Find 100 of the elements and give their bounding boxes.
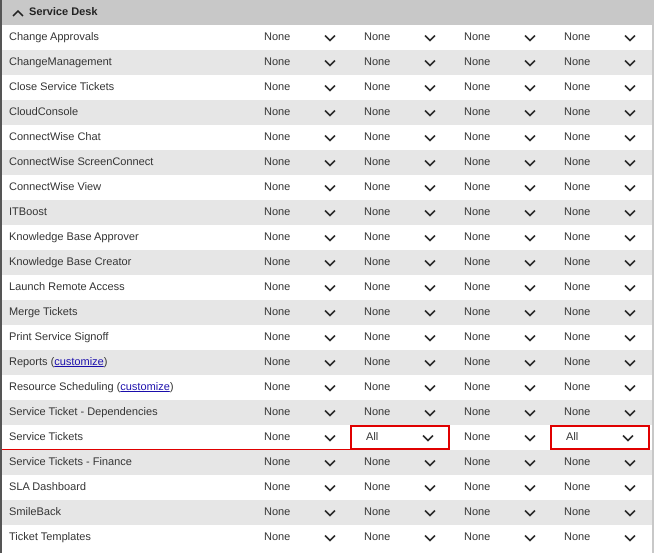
access-dropdown[interactable]: None: [250, 375, 350, 400]
access-dropdown[interactable]: None: [450, 75, 550, 100]
access-dropdown[interactable]: None: [250, 450, 350, 475]
access-dropdown[interactable]: None: [350, 25, 450, 50]
access-dropdown[interactable]: None: [350, 300, 450, 325]
access-dropdown[interactable]: None: [550, 300, 650, 325]
access-dropdown[interactable]: None: [350, 450, 450, 475]
access-dropdown[interactable]: None: [550, 200, 650, 225]
access-dropdown[interactable]: None: [550, 75, 650, 100]
access-dropdown[interactable]: None: [350, 375, 450, 400]
access-dropdown[interactable]: None: [250, 175, 350, 200]
access-dropdown[interactable]: None: [250, 200, 350, 225]
access-dropdown[interactable]: None: [250, 400, 350, 425]
chevron-down-icon: [524, 184, 536, 192]
access-dropdown[interactable]: None: [550, 25, 650, 50]
access-dropdown[interactable]: None: [550, 475, 650, 500]
access-dropdown[interactable]: None: [250, 300, 350, 325]
access-dropdown[interactable]: None: [450, 375, 550, 400]
access-dropdown[interactable]: None: [250, 75, 350, 100]
access-dropdown[interactable]: None: [250, 525, 350, 550]
access-dropdown[interactable]: None: [350, 50, 450, 75]
chevron-down-icon: [324, 34, 336, 42]
access-dropdown[interactable]: None: [350, 500, 450, 525]
access-dropdown[interactable]: None: [450, 25, 550, 50]
access-dropdown[interactable]: None: [550, 350, 650, 375]
access-dropdown[interactable]: None: [250, 150, 350, 175]
access-dropdown[interactable]: None: [550, 250, 650, 275]
customize-link[interactable]: customize: [54, 356, 104, 368]
access-dropdown[interactable]: None: [350, 325, 450, 350]
chevron-down-icon: [324, 134, 336, 142]
access-dropdown[interactable]: None: [450, 200, 550, 225]
access-dropdown[interactable]: None: [450, 500, 550, 525]
access-dropdown[interactable]: All: [350, 425, 450, 450]
chevron-down-icon: [524, 158, 536, 166]
access-dropdown[interactable]: None: [550, 225, 650, 250]
permission-label: SmileBack: [8, 505, 62, 520]
access-dropdown[interactable]: None: [550, 375, 650, 400]
access-dropdown[interactable]: None: [450, 400, 550, 425]
access-dropdown[interactable]: None: [550, 50, 650, 75]
access-dropdown[interactable]: None: [450, 425, 550, 450]
access-dropdown[interactable]: All: [550, 425, 650, 450]
access-dropdown[interactable]: None: [450, 175, 550, 200]
access-dropdown[interactable]: None: [350, 400, 450, 425]
access-dropdown[interactable]: None: [550, 100, 650, 125]
access-dropdown[interactable]: None: [550, 325, 650, 350]
access-dropdown[interactable]: None: [350, 525, 450, 550]
access-dropdown[interactable]: None: [250, 225, 350, 250]
access-dropdown[interactable]: None: [350, 250, 450, 275]
access-dropdown[interactable]: None: [450, 350, 550, 375]
access-dropdown[interactable]: None: [350, 150, 450, 175]
access-dropdown[interactable]: None: [350, 75, 450, 100]
chevron-down-icon: [622, 434, 634, 442]
section-header[interactable]: Service Desk: [2, 0, 652, 25]
access-dropdown[interactable]: None: [450, 100, 550, 125]
access-dropdown[interactable]: None: [550, 400, 650, 425]
access-dropdown[interactable]: None: [450, 475, 550, 500]
access-dropdown[interactable]: None: [350, 225, 450, 250]
access-dropdown[interactable]: None: [250, 425, 350, 450]
access-dropdown[interactable]: None: [450, 275, 550, 300]
chevron-down-icon: [324, 158, 336, 166]
access-dropdown[interactable]: None: [250, 275, 350, 300]
access-dropdown[interactable]: None: [450, 300, 550, 325]
access-dropdown[interactable]: None: [550, 150, 650, 175]
access-dropdown[interactable]: None: [450, 150, 550, 175]
permission-label: Reports (customize): [8, 355, 108, 370]
chevron-down-icon: [624, 358, 636, 366]
access-dropdown[interactable]: None: [250, 25, 350, 50]
access-dropdown[interactable]: None: [250, 125, 350, 150]
access-dropdown[interactable]: None: [350, 125, 450, 150]
chevron-down-icon: [624, 408, 636, 416]
access-dropdown[interactable]: None: [450, 250, 550, 275]
access-dropdown[interactable]: None: [350, 350, 450, 375]
access-dropdown[interactable]: None: [250, 475, 350, 500]
access-dropdown[interactable]: None: [450, 525, 550, 550]
access-dropdown[interactable]: None: [350, 175, 450, 200]
access-dropdown[interactable]: None: [250, 50, 350, 75]
chevron-down-icon: [524, 484, 536, 492]
chevron-down-icon: [324, 258, 336, 266]
customize-link[interactable]: customize: [120, 381, 170, 394]
access-dropdown[interactable]: None: [550, 125, 650, 150]
access-dropdown[interactable]: None: [550, 275, 650, 300]
access-dropdown[interactable]: None: [350, 475, 450, 500]
access-dropdown[interactable]: None: [250, 250, 350, 275]
access-dropdown[interactable]: None: [250, 500, 350, 525]
access-dropdown[interactable]: None: [450, 225, 550, 250]
access-dropdown[interactable]: None: [450, 125, 550, 150]
access-dropdown[interactable]: None: [350, 200, 450, 225]
access-dropdown[interactable]: None: [550, 175, 650, 200]
access-dropdown[interactable]: None: [450, 50, 550, 75]
access-dropdown[interactable]: None: [450, 450, 550, 475]
access-dropdown[interactable]: None: [250, 325, 350, 350]
access-dropdown[interactable]: None: [250, 100, 350, 125]
access-dropdown[interactable]: None: [450, 325, 550, 350]
access-dropdown[interactable]: None: [350, 275, 450, 300]
access-dropdown[interactable]: None: [250, 350, 350, 375]
access-dropdown[interactable]: None: [550, 450, 650, 475]
chevron-down-icon: [524, 284, 536, 292]
access-dropdown[interactable]: None: [550, 500, 650, 525]
access-dropdown[interactable]: None: [350, 100, 450, 125]
access-dropdown[interactable]: None: [550, 525, 650, 550]
